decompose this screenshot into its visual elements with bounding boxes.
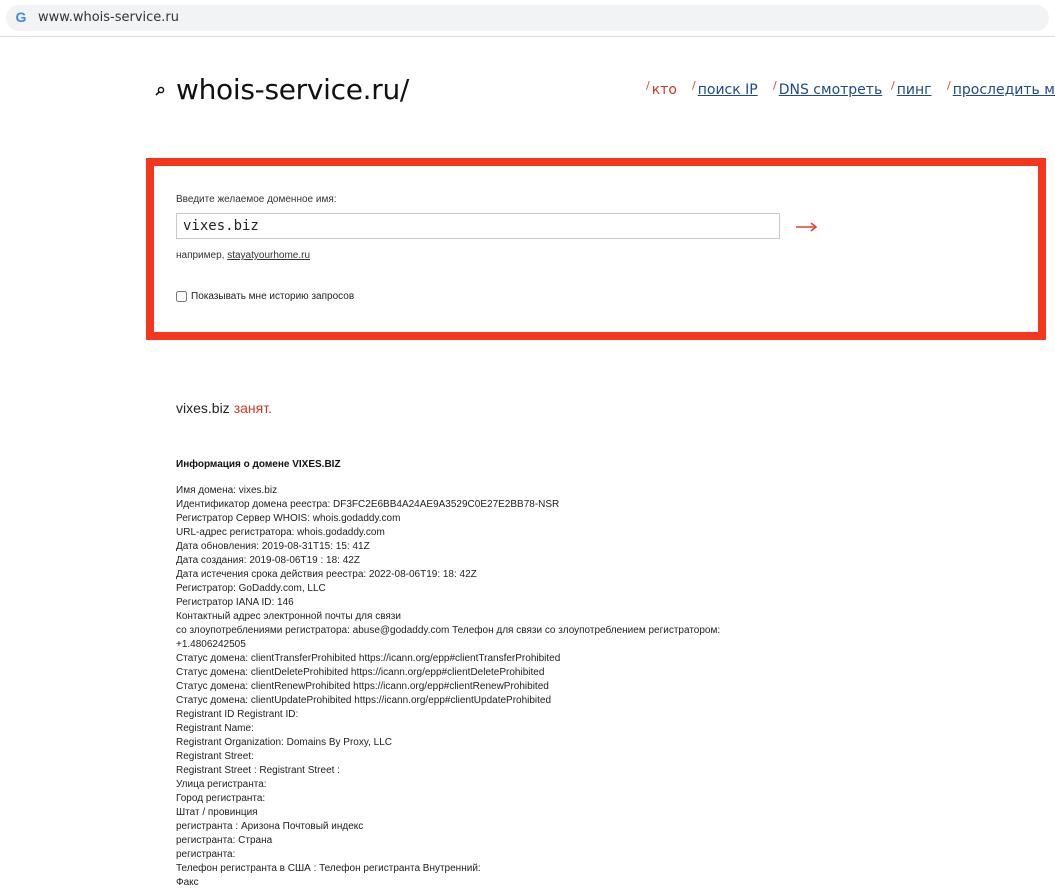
example-link[interactable]: stayatyourhome.ru (227, 250, 310, 261)
example-hint: например, stayatyourhome.ru (176, 250, 310, 261)
whois-info-line: URL-адрес регистратора: whois.godaddy.co… (176, 527, 385, 538)
lookup-result: vixes.biz занят. (176, 400, 272, 416)
whois-info-line: Дата создания: 2019-08-06T19 : 18: 42Z (176, 555, 360, 566)
tick-icon: / (773, 79, 777, 92)
address-url[interactable]: www.whois-service.ru (38, 10, 179, 25)
whois-info-line: Registrant Street : Registrant Street : (176, 765, 340, 776)
whois-info-line: Registrant Street: (176, 751, 254, 762)
whois-info-line: Регистратор Сервер WHOIS: whois.godaddy.… (176, 513, 401, 524)
whois-info-line: Дата обновления: 2019-08-31T15: 15: 41Z (176, 541, 370, 552)
whois-info-line: Штат / провинция (176, 807, 258, 818)
domain-input[interactable] (176, 213, 780, 239)
arrow-right-icon (796, 222, 818, 232)
whois-info-line: регистранта: (176, 849, 236, 860)
domain-prompt: Введите желаемое доменное имя: (176, 194, 337, 205)
whois-info-line: Факс (176, 877, 199, 888)
nav-item-ping[interactable]: / пинг (891, 79, 932, 98)
tick-icon: / (646, 79, 650, 92)
whois-info-line: Registrant Name: (176, 723, 254, 734)
whois-info-line: регистранта : Аризона Почтовый индекс (176, 821, 364, 832)
whois-info-line: регистранта: Страна (176, 835, 273, 846)
status-taken: занят. (233, 400, 272, 416)
whois-info-line: Идентификатор домена реестра: DF3FC2E6BB… (176, 499, 560, 510)
whois-info-line: Registrant Organization: Domains By Prox… (176, 737, 393, 748)
tick-icon: / (891, 79, 895, 92)
history-checkbox[interactable] (176, 291, 187, 302)
browser-address-bar: G www.whois-service.ru (0, 0, 1055, 37)
nav-item-who[interactable]: / кто (646, 79, 677, 98)
whois-info-line: +1.4806242505 (176, 639, 246, 650)
nav-item-ip-search[interactable]: / поиск IP (692, 79, 758, 98)
tick-icon: / (692, 79, 696, 92)
whois-info-title: Информация о домене VIXES.BIZ (176, 459, 341, 470)
whois-info-line: Имя домена: vixes.biz (176, 485, 278, 496)
whois-info-line: Дата истечения срока действия реестра: 2… (176, 569, 477, 580)
history-label: Показывать мне историю запросов (191, 291, 355, 302)
nav-item-label: пинг (896, 82, 932, 98)
whois-info-line: Регистратор IANA ID: 146 (176, 597, 294, 608)
site-logo[interactable]: whois-service.ru/ (176, 73, 409, 106)
whois-info-line: Статус домена: clientRenewProhibited htt… (176, 681, 549, 692)
nav-item-label: поиск IP (697, 82, 758, 98)
whois-info-line: Статус домена: clientUpdateProhibited ht… (176, 695, 552, 706)
whois-info-line: Статус домена: clientTransferProhibited … (176, 653, 561, 664)
example-prefix: например, (176, 250, 228, 261)
submit-button[interactable] (794, 214, 820, 240)
history-option[interactable]: Показывать мне историю запросов (176, 291, 354, 302)
nav-item-label: DNS смотреть (778, 82, 883, 98)
whois-info-line: Телефон регистранта в США : Телефон реги… (176, 863, 481, 874)
whois-info-block: Имя домена: vixes.biz Идентификатор домен… (176, 484, 896, 890)
whois-info-line: Статус домена: clientDeleteProhibited ht… (176, 667, 545, 678)
nav-item-dns[interactable]: / DNS смотреть (773, 79, 883, 98)
result-domain: vixes.biz (176, 400, 230, 416)
whois-info-line: Город регистранта: (176, 793, 266, 804)
whois-info-line: со злоупотреблениями регистратора: abuse… (176, 625, 721, 636)
whois-info-line: Registrant ID Registrant ID: (176, 709, 299, 720)
tick-icon: / (947, 79, 951, 92)
whois-info-line: Контактный адрес электронной почты для с… (176, 611, 401, 622)
nav-item-traceroute[interactable]: / проследить ма (947, 79, 1055, 98)
google-g-icon: G (15, 9, 27, 25)
search-icon (155, 86, 165, 96)
whois-info-line: Регистратор: GoDaddy.com, LLC (176, 583, 326, 594)
nav-item-label: кто (651, 82, 677, 98)
search-panel (146, 158, 1046, 340)
nav-item-label: проследить ма (952, 82, 1055, 98)
whois-info-line: Улица регистранта: (176, 779, 267, 790)
